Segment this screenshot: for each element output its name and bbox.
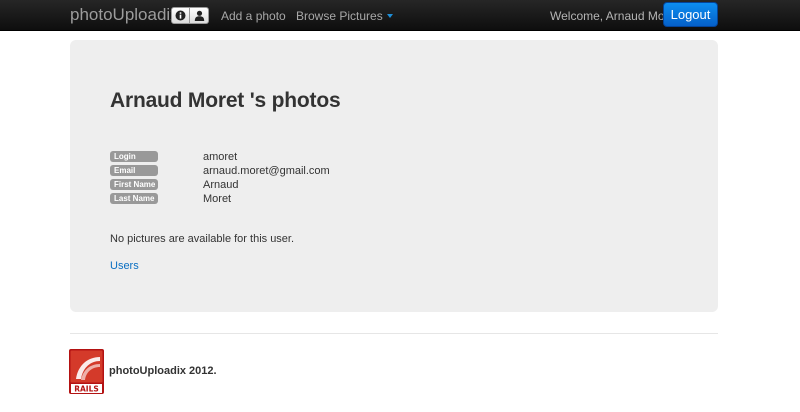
- info-icon: [175, 10, 186, 21]
- empty-state-message: No pictures are available for this user.: [110, 233, 295, 245]
- detail-value: Arnaud: [203, 179, 239, 191]
- top-navbar: photoUploadix Add a photo Browse Picture…: [0, 0, 800, 31]
- brand-link[interactable]: photoUploadix: [70, 4, 179, 26]
- nav-browse-pictures-dropdown[interactable]: Browse Pictures: [296, 8, 393, 24]
- nav-browse-label: Browse Pictures: [296, 9, 383, 23]
- detail-row-email: Email arnaud.moret@gmail.com: [110, 164, 410, 178]
- user-icon: [194, 10, 204, 21]
- nav-add-photo[interactable]: Add a photo: [221, 8, 286, 24]
- footer-copyright: photoUploadix 2012.: [109, 365, 217, 377]
- detail-row-last-name: Last Name Moret: [110, 192, 410, 206]
- label-badge: Login: [110, 151, 158, 162]
- profile-details-list: Login amoret Email arnaud.moret@gmail.co…: [110, 150, 410, 206]
- icon-button-group: [171, 7, 209, 24]
- detail-row-first-name: First Name Arnaud: [110, 178, 410, 192]
- detail-value: amoret: [203, 151, 238, 163]
- users-link[interactable]: Users: [110, 259, 139, 273]
- logout-button[interactable]: Logout: [663, 2, 718, 27]
- label-badge: Email: [110, 165, 158, 176]
- rails-logo-icon: RAILS: [69, 349, 104, 394]
- profile-panel: Arnaud Moret 's photos Login amoret Emai…: [70, 40, 718, 312]
- detail-value: arnaud.moret@gmail.com: [203, 165, 330, 177]
- page-title: Arnaud Moret 's photos: [110, 89, 341, 112]
- chevron-down-icon: [386, 13, 393, 18]
- user-button[interactable]: [190, 7, 209, 24]
- footer-divider: [70, 333, 718, 334]
- info-button[interactable]: [171, 7, 190, 24]
- detail-value: Moret: [203, 193, 232, 205]
- welcome-text: Welcome, Arnaud Moret: [550, 9, 679, 23]
- label-badge: First Name: [110, 179, 158, 190]
- label-badge: Last Name: [110, 193, 158, 204]
- detail-row-login: Login amoret: [110, 150, 410, 164]
- rails-logo-text: RAILS: [74, 385, 99, 394]
